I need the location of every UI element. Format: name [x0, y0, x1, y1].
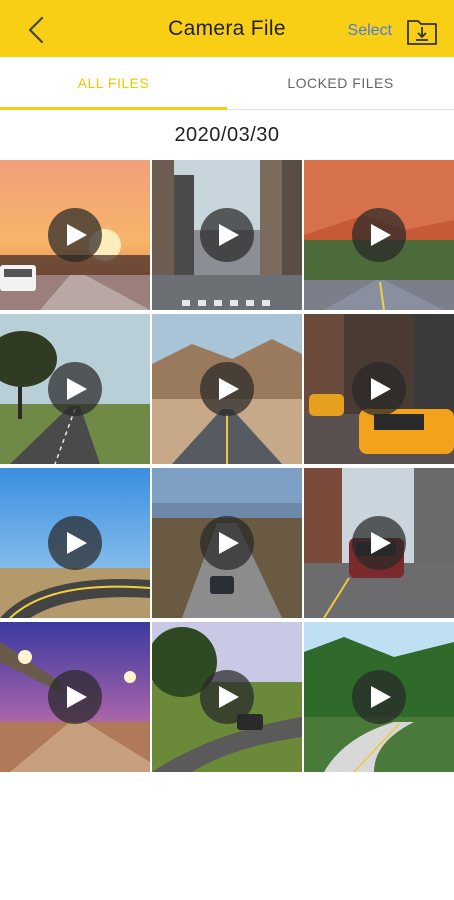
video-thumbnail[interactable]: [152, 314, 302, 464]
play-icon: [219, 378, 239, 400]
page-title: Camera File: [168, 16, 286, 40]
video-thumbnail[interactable]: [304, 314, 454, 464]
file-tabs: ALL FILES LOCKED FILES: [0, 57, 454, 110]
play-button[interactable]: [48, 208, 102, 262]
play-button[interactable]: [48, 362, 102, 416]
play-button[interactable]: [200, 670, 254, 724]
play-button[interactable]: [352, 362, 406, 416]
play-icon: [67, 686, 87, 708]
play-icon: [371, 224, 391, 246]
video-thumbnail[interactable]: [152, 468, 302, 618]
play-icon: [219, 686, 239, 708]
play-button[interactable]: [200, 208, 254, 262]
play-icon: [219, 532, 239, 554]
play-icon: [67, 224, 87, 246]
play-icon: [371, 686, 391, 708]
video-thumbnail[interactable]: [304, 160, 454, 310]
play-icon: [67, 532, 87, 554]
video-thumbnail[interactable]: [0, 622, 150, 772]
video-thumbnail[interactable]: [152, 622, 302, 772]
play-button[interactable]: [352, 208, 406, 262]
play-icon: [371, 378, 391, 400]
video-thumbnail[interactable]: [152, 160, 302, 310]
tab-locked-files[interactable]: LOCKED FILES: [227, 57, 454, 109]
play-icon: [371, 532, 391, 554]
chevron-left-icon: [28, 16, 44, 44]
play-button[interactable]: [48, 670, 102, 724]
video-thumbnail[interactable]: [304, 622, 454, 772]
video-grid: [0, 160, 454, 772]
play-button[interactable]: [352, 516, 406, 570]
play-icon: [67, 378, 87, 400]
play-icon: [219, 224, 239, 246]
tab-all-files[interactable]: ALL FILES: [0, 57, 227, 110]
date-group-header: 2020/03/30: [174, 123, 280, 146]
top-app-bar: Camera File Select: [0, 0, 454, 57]
folder-download-icon: [407, 20, 437, 45]
video-thumbnail[interactable]: [0, 468, 150, 618]
play-button[interactable]: [200, 516, 254, 570]
video-thumbnail[interactable]: [0, 160, 150, 310]
play-button[interactable]: [48, 516, 102, 570]
back-button[interactable]: [18, 12, 54, 48]
video-thumbnail[interactable]: [0, 314, 150, 464]
play-button[interactable]: [200, 362, 254, 416]
play-button[interactable]: [352, 670, 406, 724]
video-thumbnail[interactable]: [304, 468, 454, 618]
download-button[interactable]: [406, 16, 438, 46]
select-button[interactable]: Select: [348, 22, 392, 40]
